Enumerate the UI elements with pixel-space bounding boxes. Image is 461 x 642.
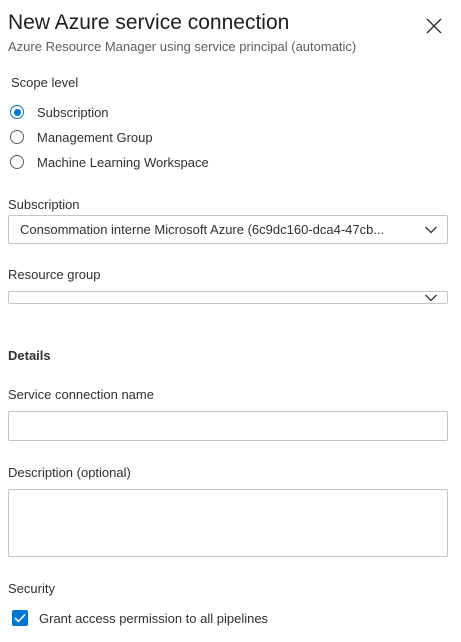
panel-title: New Azure service connection xyxy=(8,11,290,34)
radio-management-group[interactable]: Management Group xyxy=(10,127,153,147)
resource-group-label: Resource group xyxy=(8,267,101,282)
description-textarea[interactable] xyxy=(8,489,448,557)
service-connection-name-input[interactable] xyxy=(8,411,448,441)
radio-ml-workspace-indicator[interactable] xyxy=(10,155,24,169)
service-connection-panel: New Azure service connection Azure Resou… xyxy=(0,0,461,642)
close-icon xyxy=(420,12,448,40)
chevron-down-icon xyxy=(425,294,437,302)
scope-level-label: Scope level xyxy=(11,75,79,90)
close-button[interactable] xyxy=(420,12,448,40)
subscription-label: Subscription xyxy=(8,197,80,212)
radio-management-group-indicator[interactable] xyxy=(10,130,24,144)
chevron-down-icon xyxy=(425,226,437,234)
panel-subtitle: Azure Resource Manager using service pri… xyxy=(8,39,357,54)
details-heading: Details xyxy=(8,348,51,363)
radio-management-group-label: Management Group xyxy=(37,129,153,145)
description-label: Description (optional) xyxy=(8,465,131,480)
grant-access-checkbox[interactable] xyxy=(12,610,28,626)
radio-ml-workspace-label: Machine Learning Workspace xyxy=(37,154,209,170)
security-heading: Security xyxy=(8,581,55,596)
radio-subscription-indicator[interactable] xyxy=(10,105,24,119)
grant-access-label: Grant access permission to all pipelines xyxy=(39,610,269,626)
radio-ml-workspace[interactable]: Machine Learning Workspace xyxy=(10,152,209,172)
checkmark-icon xyxy=(14,613,26,623)
radio-subscription-label: Subscription xyxy=(37,104,109,120)
radio-subscription[interactable]: Subscription xyxy=(10,102,109,122)
service-connection-name-label: Service connection name xyxy=(8,387,154,402)
subscription-value: Consommation interne Microsoft Azure (6c… xyxy=(20,222,385,237)
subscription-dropdown[interactable]: Consommation interne Microsoft Azure (6c… xyxy=(8,215,448,244)
grant-access-checkbox-row[interactable]: Grant access permission to all pipelines xyxy=(12,609,268,627)
resource-group-dropdown[interactable] xyxy=(8,291,448,304)
